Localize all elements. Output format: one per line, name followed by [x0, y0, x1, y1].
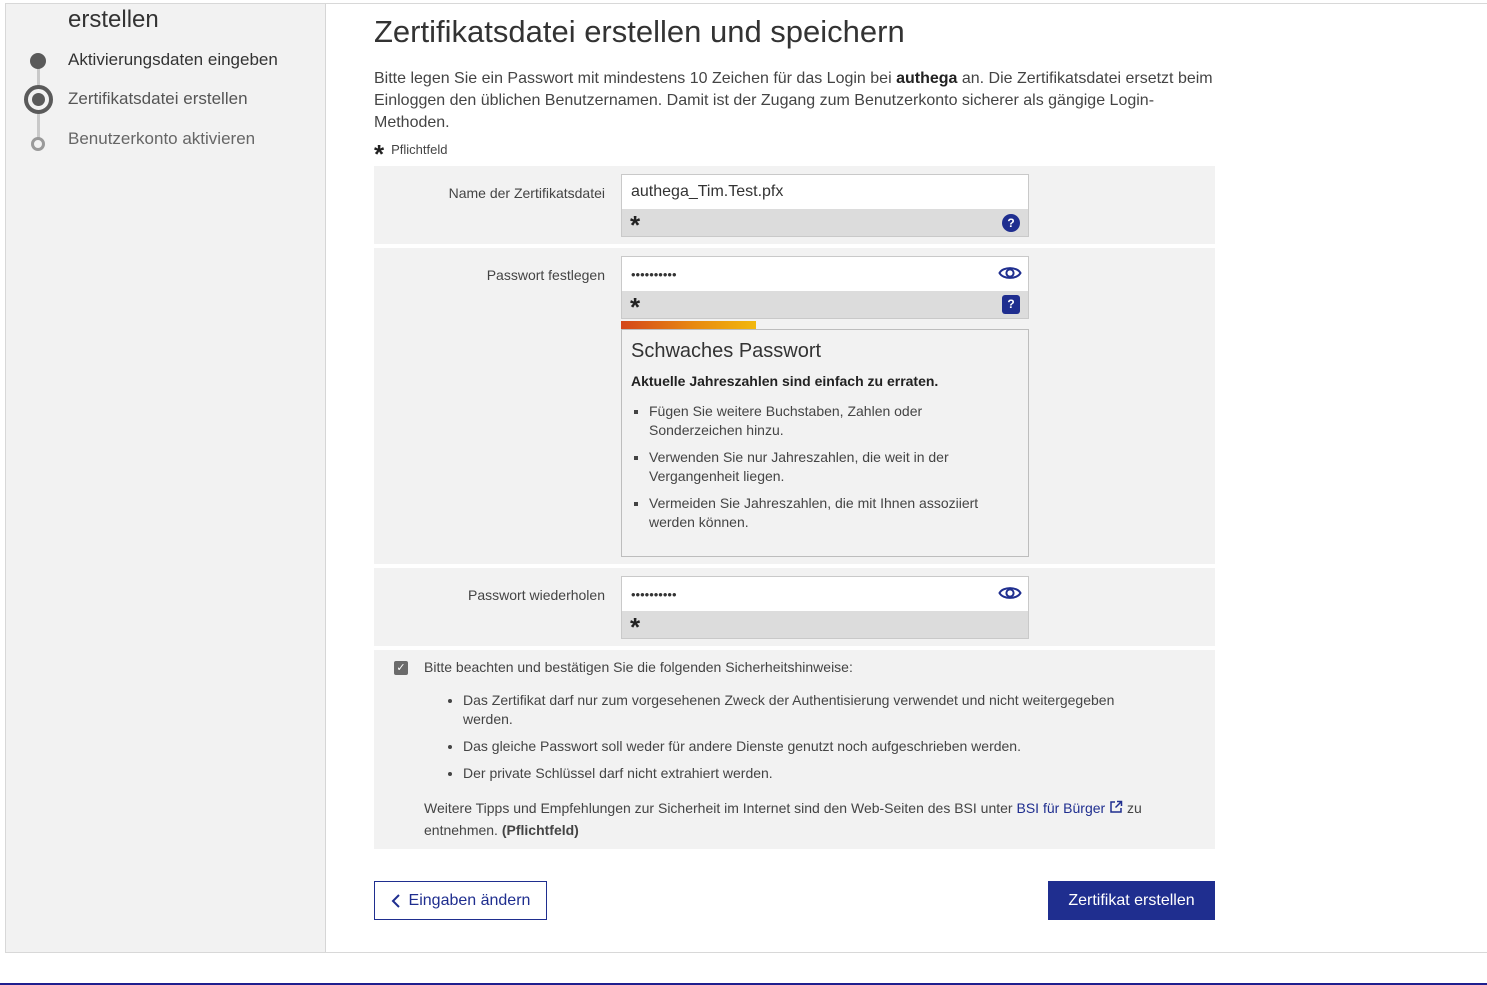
required-legend-label: Pflichtfeld	[391, 141, 448, 157]
back-button[interactable]: Eingaben ändern	[374, 881, 547, 920]
password-required-bar: * ?	[621, 291, 1029, 322]
required-legend: * Pflichtfeld	[374, 140, 448, 167]
back-button-label: Eingaben ändern	[408, 891, 531, 909]
strength-tip: Vermeiden Sie Jahreszahlen, die mit Ihne…	[649, 494, 1019, 532]
password-repeat-input[interactable]: ••••••••••	[621, 576, 1029, 612]
progress-sidebar: erstellen Aktivierungsdaten eingeben Zer…	[6, 4, 326, 952]
filename-required-bar: * ?	[621, 209, 1029, 240]
consent-item: Das gleiche Passwort soll weder für ande…	[463, 737, 1165, 756]
chevron-left-icon	[391, 893, 400, 908]
filename-label: Name der Zertifikatsdatei	[448, 185, 605, 201]
filename-panel: Name der Zertifikatsdatei authega_Tim.Te…	[374, 166, 1215, 244]
strength-subtitle: Aktuelle Jahreszahlen sind einfach zu er…	[631, 373, 939, 389]
consent-footer: Weitere Tipps und Empfehlungen zur Siche…	[424, 797, 1194, 841]
password-strength-feedback: Schwaches Passwort Aktuelle Jahreszahlen…	[621, 329, 1029, 557]
help-icon[interactable]: ?	[1002, 214, 1020, 232]
show-password-eye-icon[interactable]	[998, 583, 1022, 603]
password-strength-meter	[621, 321, 756, 329]
step-connector	[37, 112, 40, 140]
consent-checkbox[interactable]: ✓	[394, 661, 408, 675]
password-repeat-value: ••••••••••	[631, 587, 677, 602]
password-input[interactable]: ••••••••••	[621, 256, 1029, 292]
intro-brand: authega	[896, 70, 958, 87]
required-asterisk-icon: *	[374, 139, 385, 169]
show-password-eye-icon[interactable]	[998, 263, 1022, 283]
password-label: Passwort festlegen	[486, 267, 605, 283]
frame-bottom-border	[5, 952, 1487, 953]
security-consent-panel: ✓ Bitte beachten und bestätigen Sie die …	[374, 650, 1215, 849]
step-current-icon	[24, 85, 53, 114]
strength-title: Schwaches Passwort	[631, 340, 822, 362]
bsi-link-label: BSI für Bürger	[1016, 800, 1106, 816]
bsi-link[interactable]: BSI für Bürger	[1016, 800, 1123, 816]
strength-tip: Verwenden Sie nur Jahreszahlen, die weit…	[649, 448, 1019, 486]
filename-input[interactable]: authega_Tim.Test.pfx	[621, 174, 1029, 210]
step-done-icon	[30, 53, 46, 69]
password-repeat-panel: Passwort wiederholen •••••••••• *	[374, 568, 1215, 646]
intro-text-part: Bitte legen Sie ein Passwort mit mindest…	[374, 70, 897, 87]
consent-item: Das Zertifikat darf nur zum vorgesehenen…	[463, 691, 1165, 729]
page-title: Zertifikatsdatei erstellen und speichern	[374, 14, 905, 49]
create-certificate-button[interactable]: Zertifikat erstellen	[1048, 881, 1215, 920]
required-asterisk-icon: *	[630, 210, 641, 240]
step-zertifikatsdatei: Zertifikatsdatei erstellen	[68, 89, 248, 108]
password-repeat-required-bar: *	[621, 611, 1029, 642]
required-asterisk-icon: *	[630, 612, 641, 642]
consent-intro: Bitte beachten und bestätigen Sie die fo…	[424, 659, 853, 675]
consent-item: Der private Schlüssel darf nicht extrahi…	[463, 764, 1165, 783]
step-benutzerkonto: Benutzerkonto aktivieren	[68, 129, 256, 148]
consent-required-note: (Pflichtfeld)	[501, 822, 579, 838]
password-repeat-label: Passwort wiederholen	[468, 587, 605, 603]
intro-text: Bitte legen Sie ein Passwort mit mindest…	[374, 68, 1224, 134]
password-value: ••••••••••	[631, 267, 677, 282]
required-asterisk-icon: *	[630, 292, 641, 322]
external-link-icon	[1110, 800, 1123, 813]
help-icon[interactable]: ?	[1002, 295, 1020, 314]
step-pending-icon	[31, 137, 45, 151]
consent-list: Das Zertifikat darf nur zum vorgesehenen…	[445, 691, 1165, 791]
strength-tips: Fügen Sie weitere Buchstaben, Zahlen ode…	[631, 402, 1019, 532]
step-aktivierungsdaten: Aktivierungsdaten eingeben	[68, 50, 278, 69]
consent-footer-text: Weitere Tipps und Empfehlungen zur Siche…	[424, 800, 1017, 816]
strength-tip: Fügen Sie weitere Buchstaben, Zahlen ode…	[649, 402, 1019, 440]
sidebar-title: erstellen	[68, 6, 159, 33]
